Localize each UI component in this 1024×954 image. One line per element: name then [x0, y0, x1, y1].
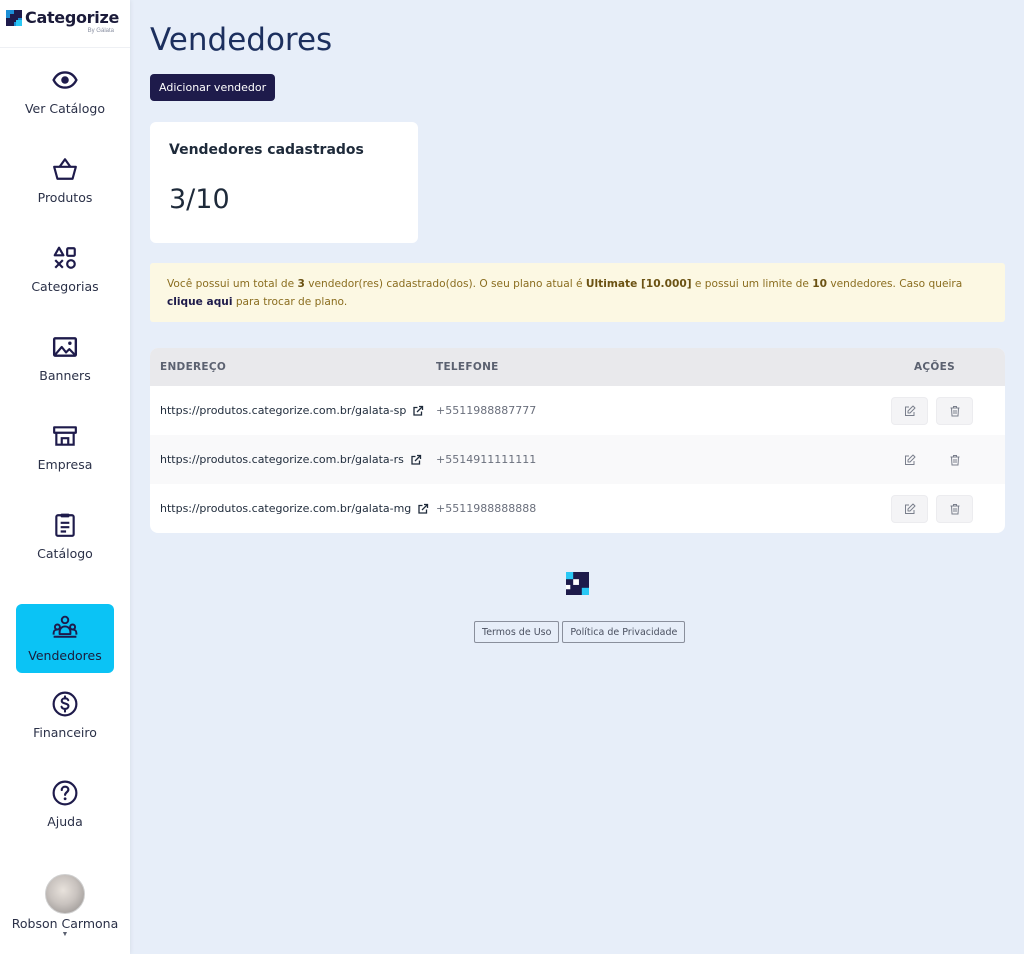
terms-of-use-button[interactable]: Termos de Uso: [474, 621, 560, 643]
seller-phone: +5514911111111: [436, 453, 537, 466]
users-icon: [52, 614, 78, 640]
sidebar-item-label: Catálogo: [37, 546, 93, 561]
stat-title: Vendedores cadastrados: [169, 142, 364, 158]
user-name: Robson Carmona: [11, 916, 119, 931]
eye-icon: [52, 67, 78, 93]
logo-mark-icon: [6, 9, 22, 26]
brand-logo[interactable]: Categorize By Gálata: [0, 0, 130, 48]
sidebar-item-empresa[interactable]: Empresa: [16, 413, 114, 482]
table-header: ENDEREÇO TELEFONE AÇÕES: [150, 348, 1005, 386]
add-seller-button[interactable]: Adicionar vendedor: [150, 74, 276, 101]
notice-limit: 10: [812, 278, 828, 290]
sidebar-item-vendedores[interactable]: Vendedores: [16, 604, 114, 673]
sidebar-item-label: Categorias: [31, 279, 99, 294]
sidebar-item-ver-catalogo[interactable]: Ver Catálogo: [16, 57, 114, 126]
sidebar-item-label: Financeiro: [33, 725, 97, 740]
privacy-policy-button[interactable]: Política de Privacidade: [562, 621, 686, 643]
change-plan-link[interactable]: clique aqui: [167, 296, 232, 308]
table-row: https://produtos.categorize.com.br/galat…: [150, 386, 1005, 435]
chevron-down-icon[interactable]: ▼: [0, 931, 130, 939]
sidebar-item-label: Ver Catálogo: [24, 101, 106, 116]
notice-text: vendedor(res) cadastrado(dos). O seu pla…: [304, 278, 586, 290]
sidebar-item-catalogo[interactable]: Catálogo: [16, 502, 114, 571]
sidebar-item-label: Ajuda: [47, 814, 83, 829]
notice-count: 3: [297, 278, 305, 290]
sidebar-item-produtos[interactable]: Produtos: [16, 146, 114, 215]
edit-button[interactable]: [891, 446, 928, 474]
plan-notice: Você possui um total de 3 vendedor(res) …: [150, 263, 1005, 322]
seller-phone: +5511988887777: [436, 404, 537, 417]
sidebar-item-label: Produtos: [37, 190, 93, 205]
avatar[interactable]: [45, 874, 85, 914]
delete-button[interactable]: [936, 494, 973, 523]
page-title: Vendedores: [150, 22, 333, 58]
seller-link[interactable]: https://produtos.categorize.com.br/galat…: [160, 453, 436, 466]
external-link-icon: [411, 454, 421, 465]
table-body: https://produtos.categorize.com.br/galat…: [150, 386, 1005, 533]
trash-icon: [950, 405, 959, 416]
image-icon: [52, 334, 78, 360]
notice-text: vendedores. Caso queira: [827, 278, 963, 290]
external-link-icon: [413, 405, 424, 416]
edit-button[interactable]: [891, 494, 928, 523]
edit-button[interactable]: [891, 396, 928, 425]
table-row: https://produtos.categorize.com.br/galat…: [150, 435, 1005, 484]
seller-url: https://produtos.categorize.com.br/galat…: [160, 502, 412, 515]
notice-text: para trocar de plano.: [232, 296, 348, 308]
edit-icon: [904, 503, 915, 514]
brand-name: Categorize: [25, 8, 120, 27]
sidebar-item-categorias[interactable]: Categorias: [16, 235, 114, 304]
footer-links: Termos de Uso Política de Privacidade: [474, 621, 686, 643]
sidebar-item-ajuda[interactable]: Ajuda: [16, 770, 114, 839]
seller-phone: +5511988888888: [436, 502, 537, 515]
sidebar-item-label: Empresa: [37, 457, 93, 472]
edit-icon: [904, 405, 915, 416]
delete-button[interactable]: [936, 396, 973, 425]
seller-url: https://produtos.categorize.com.br/galat…: [160, 453, 404, 466]
column-header-phone: TELEFONE: [436, 361, 499, 373]
footer-logo-icon: [566, 572, 589, 595]
trash-icon: [950, 454, 959, 465]
notice-text: Você possui um total de: [167, 278, 298, 290]
seller-link[interactable]: https://produtos.categorize.com.br/galat…: [160, 502, 436, 515]
edit-icon: [904, 454, 915, 465]
shapes-icon: [52, 245, 78, 271]
sidebar-item-banners[interactable]: Banners: [16, 324, 114, 393]
delete-button[interactable]: [936, 446, 973, 474]
sellers-count-card: Vendedores cadastrados 3/10: [150, 122, 418, 243]
seller-link[interactable]: https://produtos.categorize.com.br/galat…: [160, 404, 436, 417]
basket-icon: [52, 156, 78, 182]
sidebar-item-financeiro[interactable]: Financeiro: [16, 681, 114, 750]
help-circle-icon: [52, 780, 78, 806]
dollar-circle-icon: [52, 691, 78, 717]
notice-plan: Ultimate [10.000]: [585, 278, 692, 290]
sellers-table: ENDEREÇO TELEFONE AÇÕES https://produtos…: [150, 348, 1005, 533]
brand-subtitle: By Gálata: [87, 28, 114, 34]
trash-icon: [950, 503, 959, 514]
sidebar-item-label: Vendedores: [28, 648, 102, 663]
user-menu[interactable]: Robson Carmona ▼: [0, 874, 130, 939]
stat-value: 3/10: [169, 184, 230, 215]
clipboard-icon: [52, 512, 78, 538]
external-link-icon: [418, 503, 429, 514]
column-header-actions: AÇÕES: [914, 361, 955, 373]
store-icon: [52, 423, 78, 449]
sidebar: Categorize By Gálata Ver Catálogo Produt…: [0, 0, 130, 954]
table-row: https://produtos.categorize.com.br/galat…: [150, 484, 1005, 533]
column-header-address: ENDEREÇO: [160, 361, 227, 373]
sidebar-item-label: Banners: [39, 368, 91, 383]
seller-url: https://produtos.categorize.com.br/galat…: [160, 404, 407, 417]
notice-text: e possui um limite de: [691, 278, 813, 290]
